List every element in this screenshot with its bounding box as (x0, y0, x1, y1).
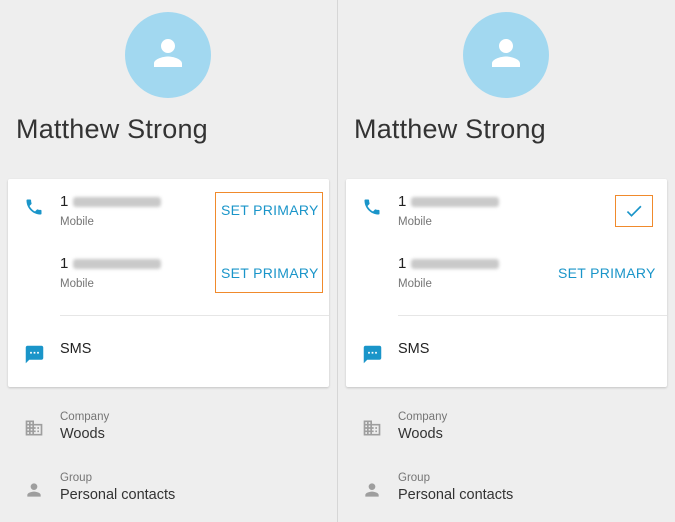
phone-type: Mobile (60, 216, 94, 228)
redacted-number (73, 197, 162, 207)
contact-methods-card: 1 Mobile SET PRIMARY 1 Mobile SET PRIMAR… (8, 179, 329, 387)
phone-entry[interactable]: 1 Mobile (398, 193, 500, 228)
sms-action[interactable]: SMS (398, 341, 429, 357)
phone-number: 1 (398, 193, 500, 211)
message-icon (25, 345, 44, 364)
phone-number: 1 (60, 255, 162, 273)
sms-action[interactable]: SMS (60, 341, 91, 357)
phone-number: 1 (60, 193, 162, 211)
redacted-number (411, 197, 500, 207)
company-label: Company (60, 411, 110, 423)
phone-number: 1 (398, 255, 500, 273)
phone-icon (26, 199, 42, 215)
message-icon (363, 345, 382, 364)
company-field: Company Woods (398, 411, 447, 442)
card-divider (60, 315, 329, 316)
contact-panel-left: Matthew Strong 1 Mobile SET PRIMARY 1 Mo… (0, 0, 337, 522)
group-field: Group Personal contacts (60, 472, 175, 503)
contact-panel-right: Matthew Strong 1 Mobile 1 Mobile SET PRI… (338, 0, 675, 522)
building-icon (25, 420, 43, 436)
contact-methods-card: 1 Mobile 1 Mobile SET PRIMARY SMS (346, 179, 667, 387)
group-value: Personal contacts (398, 487, 514, 503)
company-field: Company Woods (60, 411, 109, 442)
person-icon (365, 483, 379, 497)
person-icon (492, 39, 520, 67)
person-icon (154, 39, 182, 67)
phone-entry[interactable]: 1 Mobile (60, 193, 162, 228)
person-icon (27, 483, 41, 497)
company-value: Woods (60, 426, 105, 442)
group-label: Group (398, 472, 430, 484)
set-primary-button[interactable]: SET PRIMARY (558, 265, 656, 281)
phone-icon (364, 199, 380, 215)
company-value: Woods (398, 426, 443, 442)
group-field: Group Personal contacts (398, 472, 513, 503)
phone-type: Mobile (60, 278, 94, 290)
contact-name: Matthew Strong (16, 114, 208, 144)
phone-type: Mobile (398, 278, 432, 290)
contact-avatar (125, 12, 211, 98)
redacted-number (411, 259, 500, 269)
building-icon (363, 420, 381, 436)
company-label: Company (398, 411, 448, 423)
group-value: Personal contacts (60, 487, 176, 503)
contact-avatar (463, 12, 549, 98)
redacted-number (73, 259, 162, 269)
card-divider (398, 315, 667, 316)
highlight-box (215, 192, 323, 293)
contact-name: Matthew Strong (354, 114, 546, 144)
group-label: Group (60, 472, 92, 484)
phone-entry[interactable]: 1 Mobile (398, 255, 500, 290)
phone-entry[interactable]: 1 Mobile (60, 255, 162, 290)
check-icon (626, 205, 642, 217)
phone-type: Mobile (398, 216, 432, 228)
